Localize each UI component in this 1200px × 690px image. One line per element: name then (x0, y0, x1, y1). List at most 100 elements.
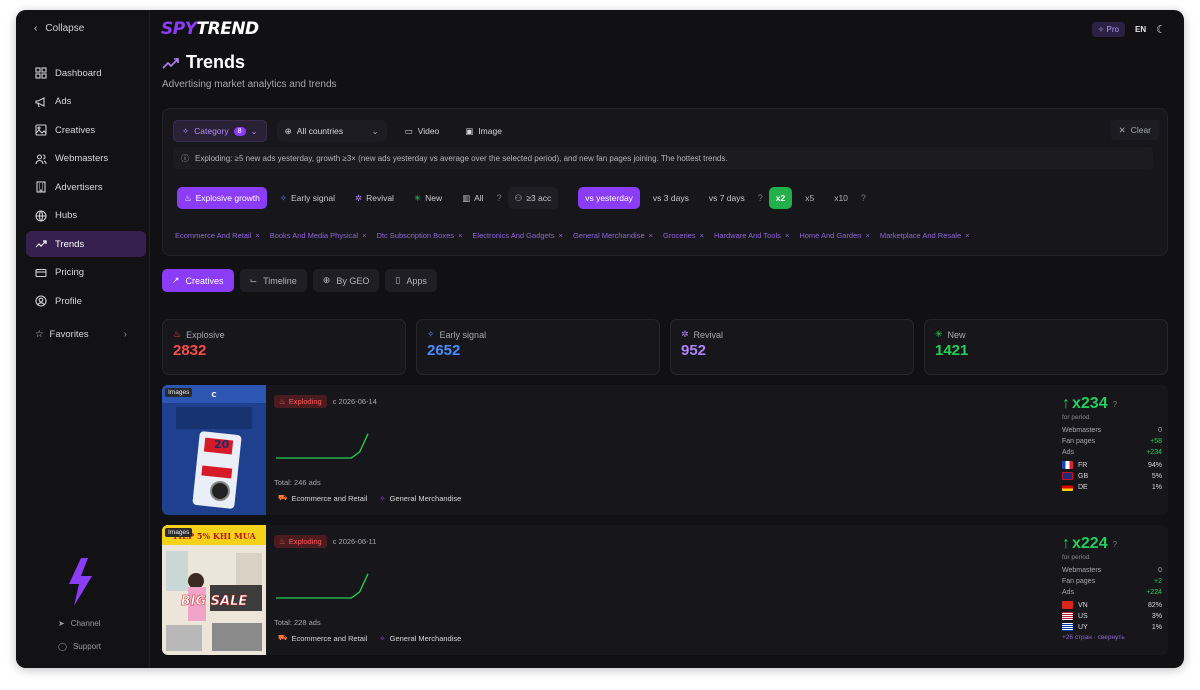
revival-icon: ✲ (681, 329, 689, 339)
help-icon[interactable]: ? (861, 193, 866, 203)
clear-button[interactable]: ✕ Clear (1110, 120, 1159, 140)
category-chip[interactable]: ⛟ Ecommerce and Retail (278, 493, 367, 503)
sidebar-item-pricing[interactable]: Pricing (26, 260, 146, 286)
sidebar-item-hubs[interactable]: Hubs (26, 203, 146, 229)
stat-explosive[interactable]: ♨ Explosive 2832 (162, 319, 406, 375)
help-icon[interactable]: ? (758, 193, 763, 203)
language-switch[interactable]: EN (1135, 25, 1146, 34)
card-categories: ⛟ Ecommerce and Retail ✧ General Merchandi… (278, 633, 461, 643)
favorites-toggle[interactable]: ☆ Favorites › (35, 329, 127, 340)
category-tag[interactable]: Books And Media Physical × (270, 231, 367, 240)
stat-value: 1421 (935, 342, 969, 359)
status-row: ♨ Exploding c 2026-06-11 (274, 535, 376, 548)
category-chip[interactable]: ✧ General Merchandise (379, 633, 461, 643)
stat-new[interactable]: ✳ New 1421 (924, 319, 1168, 375)
tab-by-geo[interactable]: ⊕ By GEO (312, 269, 380, 292)
sidebar-item-dashboard[interactable]: Dashboard (26, 60, 146, 86)
telegram-icon: ➤ (58, 619, 65, 628)
sidebar-item-profile[interactable]: Profile (26, 288, 146, 314)
close-icon[interactable]: × (458, 231, 462, 240)
help-icon[interactable]: ? (1113, 540, 1117, 549)
sidebar-item-webmasters[interactable]: Webmasters (26, 146, 146, 172)
video-filter[interactable]: ▭ Video (397, 120, 448, 142)
fire-icon: ♨ (184, 192, 192, 203)
card-metrics: ↑ x224 ? for period Webmasters 0 Fan page… (1062, 535, 1162, 641)
multiplier-x2[interactable]: x2 (768, 187, 793, 209)
close-icon[interactable]: × (559, 231, 563, 240)
support-link[interactable]: ◯ Support (58, 642, 101, 651)
flag-de-icon (1062, 483, 1073, 491)
category-dropdown[interactable]: ✧ Category 8 ⌄ (173, 120, 267, 142)
tag-label: Hardware And Tools (713, 231, 781, 240)
close-icon[interactable]: × (785, 231, 789, 240)
signal-new[interactable]: ✳ New (407, 187, 449, 209)
signal-revival[interactable]: ✲ Revival (348, 187, 401, 209)
category-tag[interactable]: Marketplace And Resale × (880, 231, 970, 240)
signal-explosive-growth[interactable]: ♨ Explosive growth (177, 187, 267, 209)
close-icon[interactable]: × (700, 231, 704, 240)
creative-thumbnail[interactable]: C 20 (162, 385, 266, 515)
sidebar-item-label: Advertisers (55, 181, 103, 193)
tab-apps[interactable]: ▯ Apps (385, 269, 437, 292)
close-icon[interactable]: × (255, 231, 259, 240)
more-countries-link[interactable]: +26 стран · свернуть (1062, 634, 1162, 641)
sidebar-item-ads[interactable]: Ads (26, 89, 146, 115)
period-vs-3-days[interactable]: vs 3 days (646, 187, 696, 209)
category-tag[interactable]: General Merchandise × (573, 231, 653, 240)
stat-revival[interactable]: ✲ Revival 952 (670, 319, 914, 375)
profile-icon (35, 295, 47, 307)
collapse-button[interactable]: ‹ Collapse (34, 23, 84, 34)
close-icon[interactable]: × (865, 231, 869, 240)
period-vs-yesterday[interactable]: vs yesterday (578, 187, 640, 209)
category-tag[interactable]: Home And Garden × (799, 231, 870, 240)
countries-dropdown[interactable]: ⊕ All countries ⌄ (276, 120, 387, 142)
brand-logo[interactable]: SPYTREND (161, 19, 259, 39)
signal-early-signal[interactable]: ✧ Early signal (273, 187, 342, 209)
category-chip[interactable]: ✧ General Merchandise (379, 493, 461, 503)
close-icon[interactable]: × (362, 231, 366, 240)
trend-card[interactable]: C 20 Images ♨ Exploding c 2026-06-14 Tota… (162, 385, 1168, 515)
image-filter[interactable]: ▣ Image (457, 120, 510, 142)
sidebar-item-trends[interactable]: Trends (26, 231, 146, 257)
signal-all[interactable]: ▥ All (455, 187, 490, 209)
stat-early-signal[interactable]: ✧ Early signal 2652 (416, 319, 660, 375)
help-icon[interactable]: ? (497, 193, 502, 203)
category-tags: Ecommerce And Retail × Books And Media Ph… (175, 231, 970, 240)
lightning-logo-icon (69, 558, 92, 606)
multiplier-x10[interactable]: x10 (827, 187, 855, 209)
thumbnail-type-tag: Images (165, 388, 193, 397)
category-tag[interactable]: Groceries × (663, 231, 704, 240)
status-badge: ♨ Exploding (274, 395, 327, 408)
megaphone-icon (35, 96, 45, 107)
fire-icon: ♨ (279, 537, 286, 546)
flag-fr-icon (1062, 461, 1073, 469)
category-tag[interactable]: Electronics And Gadgets × (472, 231, 563, 240)
period-vs-7-days[interactable]: vs 7 days (702, 187, 752, 209)
info-icon: ⓘ (181, 153, 189, 163)
tag-label: General Merchandise (572, 231, 645, 240)
category-tag[interactable]: Ecommerce And Retail × (175, 231, 260, 240)
sidebar-item-advertisers[interactable]: Advertisers (26, 174, 146, 200)
accounts-filter[interactable]: ⚇ ≥3 acc (507, 187, 559, 209)
multiplier-x5[interactable]: x5 (798, 187, 821, 209)
pro-badge[interactable]: ✧ Pro (1091, 22, 1125, 37)
moon-icon[interactable]: ☾ (1156, 23, 1166, 36)
close-icon[interactable]: × (649, 231, 653, 240)
geo-pct: 1% (1151, 623, 1162, 631)
tab-creatives[interactable]: ↗ Creatives (162, 269, 234, 292)
image-icon (35, 124, 47, 136)
category-chip[interactable]: ⛟ Ecommerce and Retail (278, 633, 367, 643)
help-icon[interactable]: ? (1113, 400, 1117, 409)
category-tag[interactable]: Hardware And Tools × (714, 231, 789, 240)
trend-card[interactable]: TIẾP 5% KHI MUA BIG SALE Images ♨ Explodi… (162, 525, 1168, 655)
sidebar-item-creatives[interactable]: Creatives (26, 117, 146, 143)
metric-value: +234 (1146, 449, 1162, 456)
close-icon[interactable]: × (965, 231, 969, 240)
category-tag[interactable]: Dtc Subscription Boxes × (376, 231, 462, 240)
multiplier-label: x5 (805, 193, 815, 203)
countries-label: All countries (296, 126, 344, 136)
tab-timeline[interactable]: ⌙ Timeline (239, 269, 307, 292)
sidebar-item-label: Pricing (55, 267, 85, 278)
creative-thumbnail[interactable]: TIẾP 5% KHI MUA BIG SALE (162, 525, 266, 655)
channel-link[interactable]: ➤ Channel (58, 619, 101, 628)
